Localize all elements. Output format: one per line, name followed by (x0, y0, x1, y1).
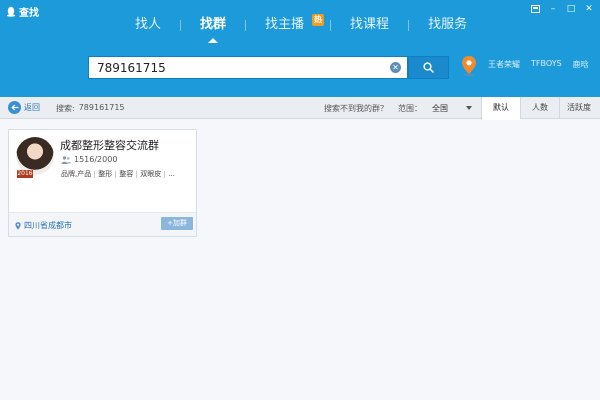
sort-tab-activity[interactable]: 活跃度 (559, 97, 598, 119)
minimize-button[interactable]: – (546, 3, 560, 15)
tab-find-services[interactable]: 找服务 (409, 15, 486, 35)
year-badge: 2016 (17, 170, 33, 178)
tab-find-courses[interactable]: 找课程 (331, 15, 408, 35)
scope-value: 全国 (432, 103, 448, 113)
not-found-link[interactable]: 搜索不到我的群？ (324, 103, 388, 114)
window-controls: – □ ✕ (528, 3, 596, 15)
clear-icon[interactable]: ✕ (390, 62, 401, 73)
member-count-text: 1516/2000 (74, 155, 118, 164)
search-summary-prefix: 搜索: (56, 104, 75, 113)
tab-find-streamers[interactable]: 找主播 热 (246, 14, 330, 35)
join-group-button[interactable]: +加群 (161, 217, 193, 230)
hot-search-words: 王者荣耀 TFBOYS 鹿晗 (488, 59, 589, 70)
group-tag: 双眼皮 (140, 170, 162, 178)
close-button[interactable]: ✕ (582, 3, 596, 15)
chevron-down-icon (466, 106, 472, 110)
sort-tab-members[interactable]: 人数 (520, 97, 559, 119)
tab-find-people[interactable]: 找人 (116, 15, 180, 35)
magnifier-icon (423, 62, 434, 73)
hot-word-link[interactable]: 鹿晗 (573, 59, 589, 70)
group-tag: 整容 (119, 170, 134, 178)
tab-find-groups[interactable]: 找群 (181, 15, 245, 43)
scope-dropdown[interactable]: 全国 (432, 102, 476, 114)
group-location[interactable]: 四川省成都市 (15, 220, 72, 231)
sort-tab-default[interactable]: 默认 (481, 97, 520, 120)
back-label: 返回 (24, 103, 40, 112)
member-count: 1516/2000 (61, 155, 117, 164)
back-arrow-icon (8, 101, 21, 114)
people-icon (61, 155, 71, 164)
results-toolbar: 返回 搜索: 789161715 搜索不到我的群？ 范围： 全国 默认 人数 活… (0, 97, 600, 120)
group-result-card[interactable]: 2016 成都整形整容交流群 1516/2000 品牌,产品 整形 整容 双眼皮… (8, 129, 197, 237)
hot-badge: 热 (312, 14, 325, 26)
window-title-text: 查找 (19, 7, 39, 19)
back-button[interactable]: 返回 (8, 101, 40, 114)
maximize-button[interactable]: □ (564, 3, 578, 15)
search-button[interactable] (408, 56, 449, 79)
sort-tabs: 默认 人数 活跃度 (481, 97, 598, 120)
group-location-text: 四川省成都市 (24, 221, 72, 230)
search-input[interactable] (89, 57, 379, 78)
group-tag-more: ... (168, 170, 175, 178)
main-nav: 找人 找群 找主播 热 找课程 找服务 (116, 14, 486, 43)
search-summary: 搜索: 789161715 (56, 103, 125, 114)
group-tag: 整形 (98, 170, 113, 178)
group-tag: 品牌,产品 (61, 170, 92, 178)
search-box: ✕ (88, 56, 408, 79)
window-title: 查找 (6, 4, 39, 19)
skin-icon[interactable] (528, 3, 542, 15)
group-tags: 品牌,产品 整形 整容 双眼皮 ... (61, 169, 178, 179)
tab-find-streamers-label: 找主播 (265, 17, 305, 32)
group-name[interactable]: 成都整形整容交流群 (60, 137, 159, 153)
header: 查找 – □ ✕ 找人 找群 找主播 热 找课程 找服务 ✕ (0, 0, 600, 97)
qq-penguin-icon (6, 6, 16, 17)
hot-word-link[interactable]: 王者荣耀 (488, 59, 520, 70)
location-pin-icon[interactable] (460, 55, 478, 77)
scope-label: 范围： (398, 104, 422, 113)
map-pin-icon (15, 221, 21, 230)
card-footer: 四川省成都市 +加群 (9, 212, 196, 236)
search-summary-value: 789161715 (78, 103, 125, 112)
hot-word-link[interactable]: TFBOYS (531, 59, 562, 70)
